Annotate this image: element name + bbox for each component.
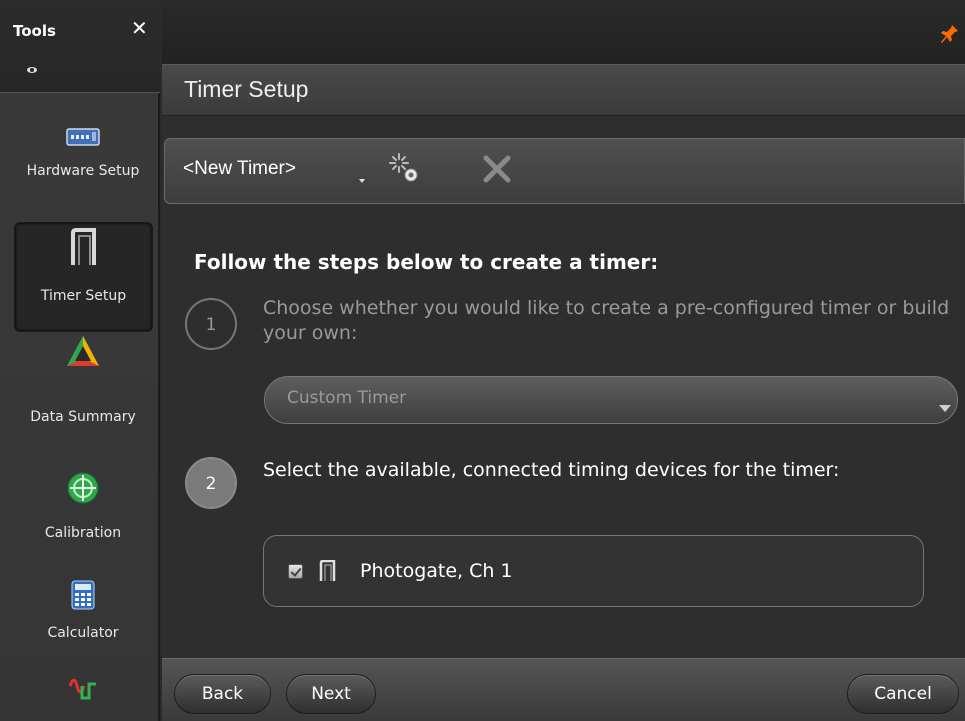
dropdown-value: Custom Timer bbox=[287, 388, 407, 408]
eye-icon[interactable] bbox=[27, 67, 37, 73]
step-number-1: 1 bbox=[185, 298, 237, 350]
photogate-icon bbox=[319, 560, 336, 581]
sidebar-item-label: Hardware Setup bbox=[26, 163, 140, 179]
delete-timer-icon[interactable] bbox=[481, 153, 513, 185]
page-title: Timer Setup bbox=[184, 76, 309, 102]
sidebar-item-signal-generator[interactable] bbox=[14, 668, 152, 721]
sidebar-item-hardware-setup[interactable]: Hardware Setup bbox=[14, 116, 152, 216]
timer-select[interactable]: <New Timer> bbox=[183, 158, 296, 180]
calibration-icon bbox=[67, 472, 99, 504]
data-summary-icon bbox=[67, 336, 99, 366]
pin-icon[interactable] bbox=[941, 24, 959, 44]
step1-text: Choose whether you would like to create … bbox=[263, 297, 950, 344]
calculator-icon bbox=[71, 580, 95, 610]
step-number-2: 2 bbox=[185, 457, 237, 509]
sidebar-item-timer-setup[interactable]: Timer Setup bbox=[14, 222, 153, 332]
chevron-down-icon[interactable] bbox=[359, 179, 365, 183]
signal-generator-icon bbox=[68, 678, 96, 700]
sidebar-item-calculator[interactable]: Calculator bbox=[14, 578, 152, 658]
photogate-icon bbox=[70, 228, 96, 265]
device-checkbox[interactable] bbox=[288, 564, 303, 579]
close-icon[interactable]: ✕ bbox=[131, 18, 148, 38]
new-timer-sparkle-icon[interactable] bbox=[389, 151, 423, 185]
sidebar-item-label: Data Summary bbox=[30, 409, 136, 425]
top-bar bbox=[162, 0, 965, 64]
sidebar-item-label: Timer Setup bbox=[40, 288, 127, 304]
tools-sidebar: Tools ✕ Hardware Setup Timer Setup Data … bbox=[0, 0, 160, 721]
instructions-heading: Follow the steps below to create a timer… bbox=[194, 250, 659, 274]
step2-text: Select the available, connected timing d… bbox=[263, 459, 840, 481]
device-label: Photogate, Ch 1 bbox=[360, 560, 513, 582]
sidebar-item-data-summary[interactable]: Data Summary bbox=[14, 334, 152, 442]
cancel-button[interactable]: Cancel bbox=[847, 674, 959, 714]
sidebar-item-label: Calculator bbox=[47, 625, 119, 641]
timing-device-list: Photogate, Ch 1 bbox=[263, 535, 924, 607]
timer-type-dropdown[interactable]: Custom Timer bbox=[264, 376, 958, 424]
sidebar-header: Tools ✕ bbox=[0, 0, 160, 93]
next-button[interactable]: Next bbox=[286, 674, 376, 714]
chevron-down-icon bbox=[939, 405, 951, 412]
sidebar-item-label: Calibration bbox=[44, 525, 122, 541]
panel-title-bar: Timer Setup bbox=[162, 64, 965, 116]
sidebar-item-calibration[interactable]: Calibration bbox=[14, 470, 152, 550]
timer-toolbar: <New Timer> bbox=[164, 138, 965, 204]
tools-title: Tools bbox=[13, 22, 56, 40]
wizard-footer: Back Next Cancel bbox=[162, 658, 965, 721]
back-button[interactable]: Back bbox=[174, 674, 271, 714]
hardware-icon bbox=[66, 128, 100, 146]
